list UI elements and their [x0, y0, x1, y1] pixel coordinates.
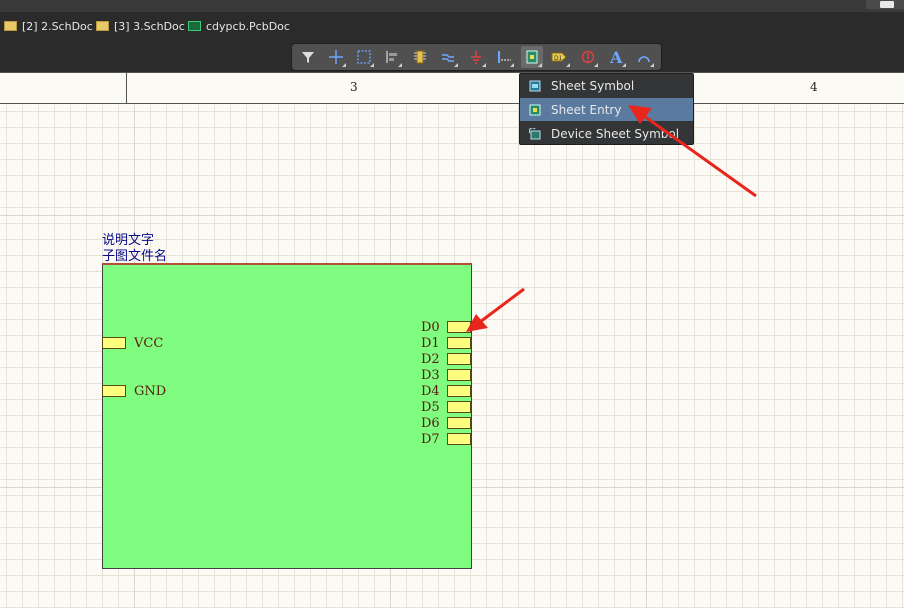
- arc-button[interactable]: [633, 46, 655, 68]
- sheet-symbol-designator[interactable]: 说明文字: [102, 233, 154, 248]
- sheet-border-ruler: 3 4: [0, 72, 904, 104]
- menu-item-sheet-entry[interactable]: Sheet Entry: [520, 98, 693, 121]
- sheet-entry-d3[interactable]: [447, 369, 471, 381]
- no-erc-button[interactable]: [577, 46, 599, 68]
- port-button[interactable]: D1: [549, 46, 571, 68]
- sheet-entry-d6[interactable]: [447, 417, 471, 429]
- sheet-entry-label-d3: D3: [421, 368, 440, 383]
- sheet-entry-label-gnd: GND: [134, 384, 167, 399]
- sheet-entry-d7[interactable]: [447, 433, 471, 445]
- harness-button[interactable]: [493, 46, 515, 68]
- ruler-zone-4: 4: [810, 80, 818, 94]
- sheet-symbol-button[interactable]: [521, 46, 543, 68]
- sheet-entry-label-d5: D5: [421, 400, 440, 415]
- text-icon: A: [609, 49, 623, 65]
- menu-item-sheet-symbol[interactable]: Sheet Symbol: [520, 74, 693, 97]
- menu-item-label: Sheet Entry: [551, 102, 622, 117]
- ruler-divider: [126, 73, 127, 104]
- arc-icon: [638, 56, 650, 63]
- menu-item-label: Device Sheet Symbol: [551, 126, 680, 141]
- sheet-entry-label-d2: D2: [421, 352, 440, 367]
- feedback-button[interactable]: [866, 0, 904, 9]
- schematic-doc-icon: [4, 21, 17, 31]
- menu-item-label: Sheet Symbol: [551, 78, 635, 93]
- sheet-entry-d4[interactable]: [447, 385, 471, 397]
- tab-label: cdypcb.PcbDoc: [206, 19, 290, 33]
- sheet-entry-d5[interactable]: [447, 401, 471, 413]
- tab-label: [2] 2.SchDoc: [22, 19, 93, 33]
- sheet-symbol-icon: [529, 80, 541, 91]
- sheet-entry-gnd[interactable]: [102, 385, 126, 397]
- tab-cdypcb-pcbdoc[interactable]: cdypcb.PcbDoc: [188, 17, 290, 35]
- active-bar: D1 A: [291, 43, 662, 71]
- sheet-symbol-dropdown-menu: Sheet Symbol Sheet Entry Device Sheet Sy…: [519, 73, 694, 145]
- harness-icon: [498, 51, 511, 63]
- component-icon: [414, 50, 426, 64]
- window-top-bar: [0, 0, 904, 12]
- sheet-entry-d1[interactable]: [447, 337, 471, 349]
- place-part-button[interactable]: [409, 46, 431, 68]
- port-icon: D1: [551, 52, 567, 62]
- filter-button[interactable]: [297, 46, 319, 68]
- sheet-symbol-filename[interactable]: 子图文件名: [102, 249, 167, 264]
- chat-icon: [880, 1, 894, 8]
- crosshair-icon: [329, 50, 343, 64]
- sheet-entry-icon: [529, 104, 541, 115]
- sheet-entry-vcc[interactable]: [102, 337, 126, 349]
- power-port-button[interactable]: [465, 46, 487, 68]
- sheet-entry-label-d4: D4: [421, 384, 440, 399]
- svg-text:D1: D1: [554, 55, 563, 62]
- sheet-entry-label-vcc: VCC: [134, 336, 164, 351]
- ruler-zone-3: 3: [350, 80, 358, 94]
- sheet-symbol-icon: [526, 50, 538, 64]
- sheet-entry-label-d6: D6: [421, 416, 440, 431]
- sheet-entry-label-d0: D0: [421, 320, 440, 335]
- filter-icon: [302, 52, 314, 63]
- document-tab-bar: [2] 2.SchDoc [3] 3.SchDoc cdypcb.PcbDoc: [0, 12, 904, 40]
- sheet-symbol[interactable]: [102, 263, 472, 569]
- text-button[interactable]: A: [605, 46, 627, 68]
- power-port-icon: [471, 51, 481, 64]
- sheet-entry-label-d1: D1: [421, 336, 440, 351]
- grid-line: [0, 215, 904, 216]
- tab-3-schdoc[interactable]: [3] 3.SchDoc: [96, 17, 185, 35]
- no-erc-icon: [581, 50, 595, 64]
- select-button[interactable]: [353, 46, 375, 68]
- align-icon: [386, 51, 397, 63]
- device-sheet-symbol-icon: [529, 127, 541, 139]
- pcb-doc-icon: [188, 21, 201, 31]
- sheet-entry-d2[interactable]: [447, 353, 471, 365]
- bus-wire-icon: [442, 54, 454, 62]
- sheet-entry-label-d7: D7: [421, 432, 440, 447]
- svg-text:A: A: [609, 49, 623, 65]
- move-button[interactable]: [325, 46, 347, 68]
- schematic-doc-icon: [96, 21, 109, 31]
- tab-label: [3] 3.SchDoc: [114, 19, 185, 33]
- grid-line: [646, 104, 647, 608]
- sheet-entry-d0[interactable]: [447, 321, 471, 333]
- select-rect-icon: [357, 50, 371, 64]
- tab-2-schdoc[interactable]: [2] 2.SchDoc: [4, 17, 93, 35]
- wire-button[interactable]: [437, 46, 459, 68]
- align-button[interactable]: [381, 46, 403, 68]
- menu-item-device-sheet-symbol[interactable]: Device Sheet Symbol: [520, 122, 693, 145]
- sheet-symbol-top-edge: [102, 263, 472, 265]
